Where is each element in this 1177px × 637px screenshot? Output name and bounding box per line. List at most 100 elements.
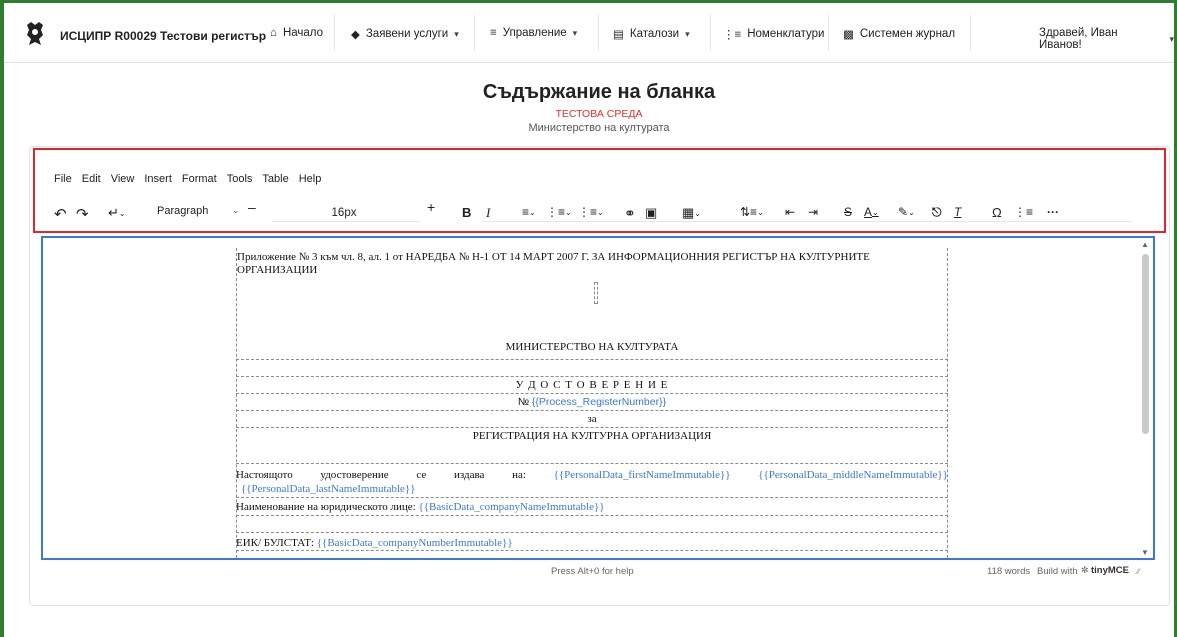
certificate-heading: У Д О С Т О В Е Р Е Н И Е	[236, 377, 948, 394]
legal-entity-row: Наименование на юридическото лице: {{Bas…	[236, 498, 948, 516]
indent-icon[interactable]: ⇥	[808, 205, 818, 219]
tinymce-logo-icon: ✼	[1081, 565, 1089, 575]
number-sign: №	[517, 396, 530, 408]
checklist-icon[interactable]: ⋮≡	[1014, 205, 1033, 219]
editor-menubar: File Edit View Insert Format Tools Table…	[54, 173, 321, 185]
graduation-cap-icon: ◆	[351, 29, 360, 41]
table-icon[interactable]: ▦ ⌄	[682, 205, 701, 221]
nav-label: Системен журнал	[859, 28, 956, 40]
link-icon[interactable]: ⚭	[624, 205, 636, 222]
nav-catalogs[interactable]: ▤ Каталози ▾	[613, 27, 690, 41]
environment-badge: ТЕСТОВА СРЕДА	[555, 108, 643, 120]
tinymce-brand[interactable]: tinyMCE	[1091, 565, 1129, 576]
legal-entity-label: Наименование на юридическото лице:	[236, 501, 416, 513]
menu-edit[interactable]: Edit	[82, 173, 101, 185]
bold-button[interactable]: B	[462, 205, 471, 220]
scroll-down-icon[interactable]: ▼	[1141, 548, 1149, 557]
eik-label: ЕИК/ БУЛСТАТ:	[236, 537, 315, 549]
user-greeting: Здравей, Иван Иванов!	[1039, 27, 1118, 51]
scrollbar-thumb[interactable]	[1142, 254, 1149, 434]
user-menu[interactable]: Здравей, Иван Иванов! ▾	[1039, 27, 1174, 51]
redo-icon[interactable]: ↷	[76, 205, 89, 223]
last-name-placeholder: {{PersonalData_lastNameImmutable}}	[241, 483, 416, 495]
highlight-color-icon[interactable]: ✎ ⌄	[898, 205, 915, 219]
image-icon[interactable]: ▣	[645, 205, 657, 221]
table-icon: ▩	[843, 29, 854, 41]
issued-to-row: Настоящото удостоверение се издава на: {…	[236, 464, 948, 498]
decrease-font-size-button[interactable]: –	[248, 199, 256, 215]
nav-label: Номенклатури	[747, 28, 825, 40]
more-options-icon[interactable]: ···	[1047, 205, 1059, 219]
eik-row: ЕИК/ БУЛСТАТ: {{BasicData_companyNumberI…	[236, 533, 948, 551]
editor-toolbar: ↶ ↷ ↵ ⌄ Paragraph ⌄ – + B I ≡ ⌄ ⋮≡ ⌄ ⋮≡ ⌄ ⚭ …	[52, 199, 1152, 225]
chevron-down-icon: ▾	[454, 28, 459, 39]
help-hint: Press Alt+0 for help	[551, 566, 634, 577]
chevron-down-icon[interactable]: ⌄	[232, 205, 240, 216]
brand-title[interactable]: ИСЦИПР R00029 Тестови регистър	[60, 29, 266, 43]
line-wrap-icon[interactable]: ↵ ⌄	[108, 205, 126, 221]
strikethrough-icon[interactable]: S	[844, 205, 852, 219]
numbered-list-icon[interactable]: ⋮≡ ⌄	[546, 205, 572, 219]
nav-nomenclatures[interactable]: ⋮≡ Номенклатури	[723, 27, 824, 41]
line-height-icon[interactable]: ⇅≡ ⌄	[740, 205, 764, 219]
menu-tools[interactable]: Tools	[227, 173, 253, 185]
increase-font-size-button[interactable]: +	[427, 199, 435, 215]
header-cell: Приложение № 3 към чл. 8, ал. 1 от НАРЕД…	[236, 248, 948, 360]
block-format-value: Paragraph	[157, 205, 209, 217]
build-with-label: Build with	[1037, 566, 1078, 577]
undo-icon[interactable]: ↶	[54, 205, 67, 223]
coat-of-arms-logo[interactable]	[24, 21, 46, 47]
eik-placeholder: {{BasicData_companyNumberImmutable}}	[316, 537, 513, 549]
format-painter-icon[interactable]: ⎋	[932, 205, 942, 220]
ministry-subtitle: Министерство на културата	[528, 122, 670, 134]
company-name-placeholder: {{BasicData_companyNameImmutable}}	[418, 501, 605, 513]
clear-formatting-icon[interactable]: T	[954, 205, 961, 219]
outdent-icon[interactable]: ⇤	[785, 205, 795, 219]
page-title: Съдържание на бланка	[482, 81, 716, 103]
text-color-icon[interactable]: A ⌄	[864, 205, 879, 219]
first-name-placeholder: {{PersonalData_firstNameImmutable}}	[553, 469, 731, 481]
nav-label: Управление	[502, 27, 567, 39]
nav-management[interactable]: ≡ Управление ▾	[490, 27, 577, 39]
middle-name-placeholder: {{PersonalData_middleNameImmutable}}	[758, 469, 948, 481]
ministry-heading: МИНИСТЕРСТВО НА КУЛТУРАТА	[505, 341, 679, 353]
nav-label: Заявени услуги	[365, 28, 449, 40]
font-size-input[interactable]: 16px	[272, 200, 416, 226]
align-icon[interactable]: ≡ ⌄	[522, 205, 536, 219]
editor-scrollbar[interactable]: ▲ ▼	[1139, 240, 1151, 558]
register-number-row: № {{Process_RegisterNumber}}	[236, 394, 948, 411]
menu-view[interactable]: View	[111, 173, 135, 185]
nav-label: Каталози	[629, 28, 680, 40]
chevron-down-icon: ▾	[685, 28, 690, 39]
image-placeholder	[594, 282, 598, 304]
word-count[interactable]: 118 words	[987, 566, 1030, 577]
list-icon: ▤	[613, 29, 624, 41]
top-navbar: ИСЦИПР R00029 Тестови регистър ⌂ Начало …	[4, 3, 1174, 63]
menu-insert[interactable]: Insert	[144, 173, 172, 185]
resize-handle-icon[interactable]: ∕∕	[1137, 567, 1140, 576]
scroll-up-icon[interactable]: ▲	[1141, 240, 1149, 249]
sliders-icon: ≡	[490, 27, 497, 39]
editor-content-area[interactable]: Приложение № 3 към чл. 8, ал. 1 от НАРЕД…	[41, 236, 1155, 560]
menu-help[interactable]: Help	[299, 173, 322, 185]
za-row: за	[236, 411, 948, 428]
chevron-down-icon: ▾	[1169, 33, 1174, 44]
nav-home[interactable]: ⌂ Начало	[270, 27, 323, 39]
italic-button[interactable]: I	[486, 205, 490, 221]
registration-heading: РЕГИСТРАЦИЯ НА КУЛТУРНА ОРГАНИЗАЦИЯ	[236, 428, 948, 464]
block-format-select[interactable]: Paragraph	[157, 205, 208, 217]
nav-system-log[interactable]: ▩ Системен журнал	[843, 27, 955, 41]
nav-requested-services[interactable]: ◆ Заявени услуги ▾	[351, 27, 459, 41]
list-ol-icon: ⋮≡	[723, 29, 742, 41]
regulation-reference: Приложение № 3 към чл. 8, ал. 1 от НАРЕД…	[237, 251, 870, 276]
home-icon: ⌂	[270, 27, 277, 39]
menu-file[interactable]: File	[54, 173, 72, 185]
editor-statusbar: Press Alt+0 for help 118 words Build wit…	[41, 562, 1155, 580]
chevron-down-icon: ▾	[572, 27, 578, 38]
special-character-icon[interactable]: Ω	[992, 205, 1002, 220]
bullet-list-icon[interactable]: ⋮≡ ⌄	[578, 205, 604, 219]
app-window: ИСЦИПР R00029 Тестови регистър ⌂ Начало …	[4, 3, 1174, 637]
menu-table[interactable]: Table	[262, 173, 288, 185]
menu-format[interactable]: Format	[182, 173, 217, 185]
register-number-placeholder: {{Process_RegisterNumber}}	[531, 396, 667, 408]
